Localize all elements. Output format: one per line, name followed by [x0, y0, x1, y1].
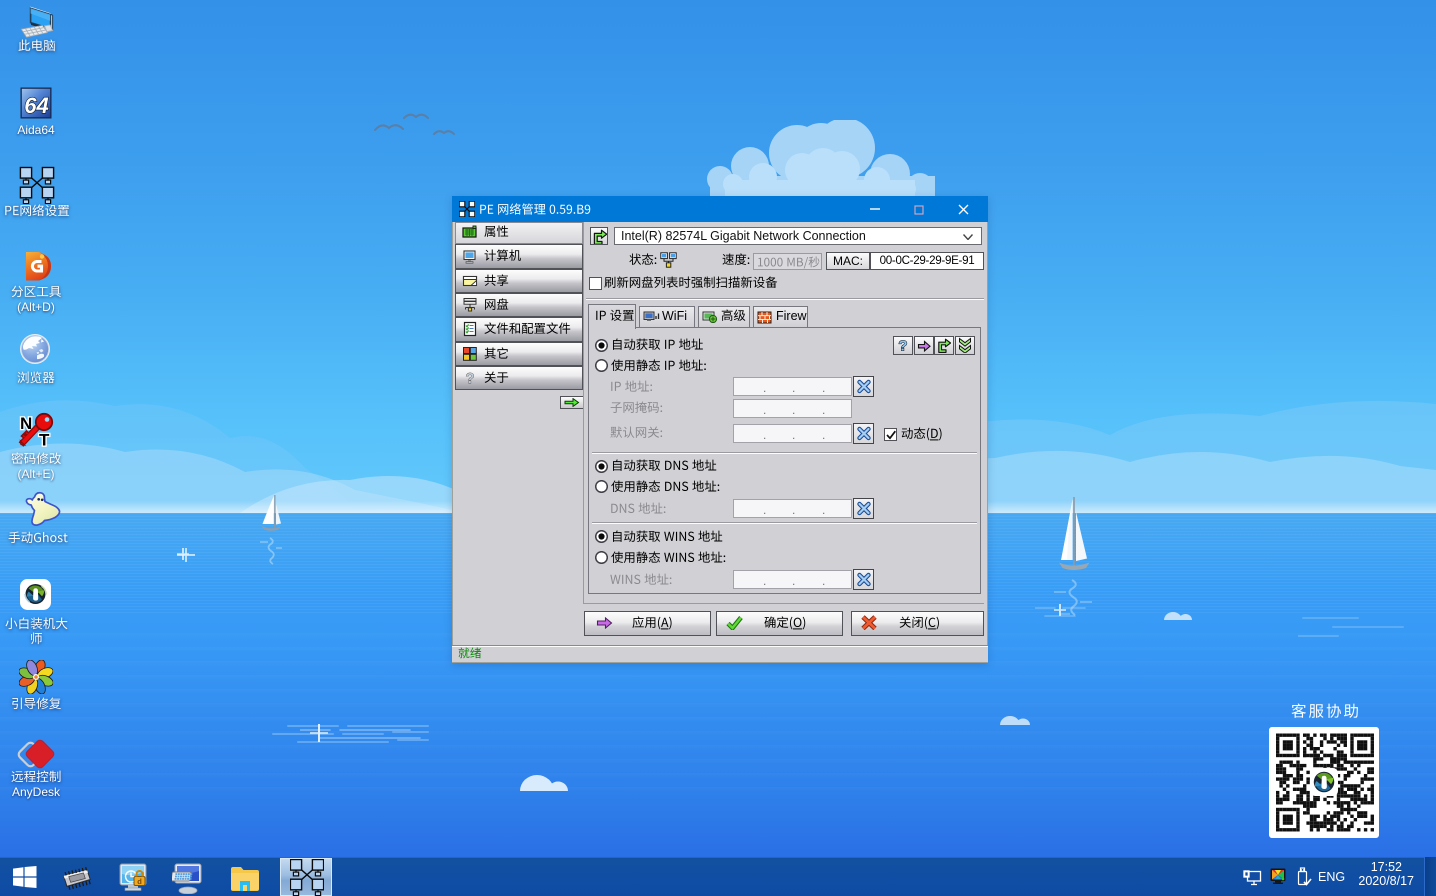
- svg-text:d: d: [137, 877, 142, 886]
